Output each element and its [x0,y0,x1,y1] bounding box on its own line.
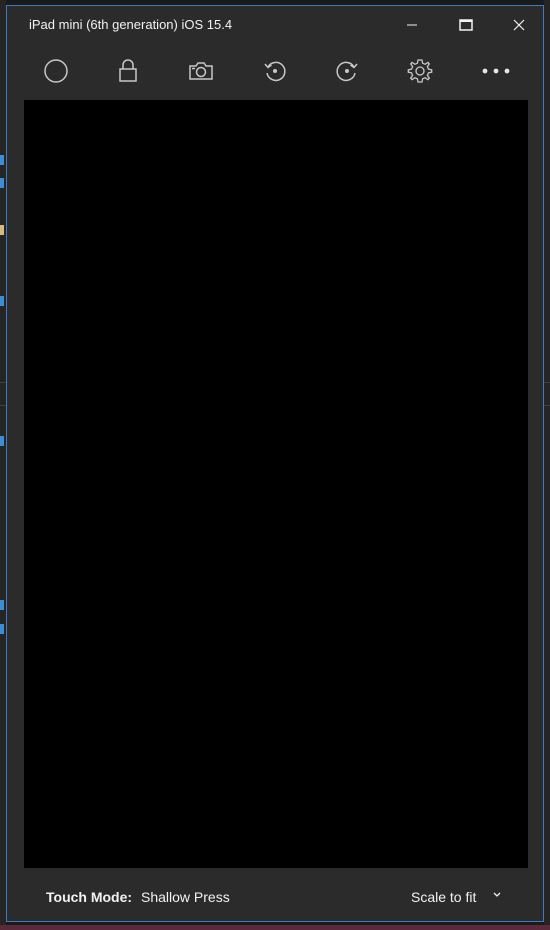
minimize-button[interactable] [389,6,435,44]
home-button[interactable] [34,48,78,94]
maximize-button[interactable] [443,6,489,44]
simulator-toolbar [7,48,543,94]
scale-dropdown[interactable]: Scale to fit [405,882,515,910]
rotate-right-button[interactable] [325,48,369,94]
gear-icon [407,59,433,83]
camera-icon [189,62,213,80]
settings-button[interactable] [398,48,442,94]
home-circle-icon [44,59,68,83]
background-marker [0,178,4,188]
chevron-down-icon [493,892,501,897]
touch-mode-label: Touch Mode: [46,889,133,905]
rotate-left-button[interactable] [253,48,297,94]
lock-icon [119,59,137,82]
screenshot-button[interactable] [179,48,223,94]
scale-value: Scale to fit [411,889,477,905]
rotate-left-icon [264,61,286,82]
background-divider [544,405,550,406]
maximize-icon [459,19,473,31]
window-title: iPad mini (6th generation) iOS 15.4 [29,17,233,32]
touch-mode-value[interactable]: Shallow Press [141,889,230,905]
more-icon [482,68,510,74]
close-button[interactable] [496,6,542,44]
status-bar: Touch Mode: Shallow Press Scale to fit [7,876,543,916]
background-marker [0,436,4,446]
background-right-strip [544,0,550,930]
close-icon [513,19,525,31]
background-divider [544,382,550,383]
background-marker [0,296,4,306]
minimize-icon [407,24,417,26]
simulator-window: iPad mini (6th generation) iOS 15.4 Touc… [6,5,544,922]
title-bar[interactable]: iPad mini (6th generation) iOS 15.4 [7,6,543,44]
background-marker [0,155,4,165]
lock-button[interactable] [106,48,150,94]
background-marker [0,225,4,235]
background-marker [0,624,4,634]
device-screen[interactable] [24,100,528,868]
background-marker [0,600,4,610]
background-bottom-accent [0,925,550,930]
rotate-right-icon [336,61,358,82]
more-button[interactable] [474,48,518,94]
